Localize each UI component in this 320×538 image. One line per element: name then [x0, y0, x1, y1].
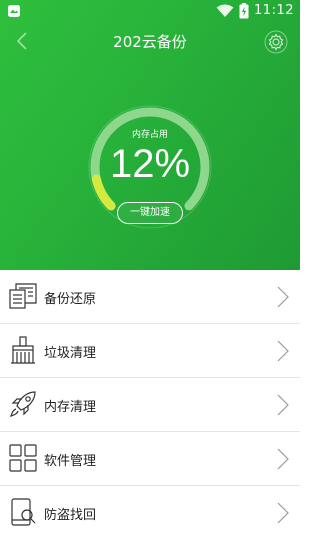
memory-percentage: 12%: [109, 142, 191, 186]
feature-menu: 备份还原 垃圾清理 内存清理 软件管理 防盗找回: [0, 270, 300, 538]
boost-button[interactable]: 一键加速: [117, 202, 183, 224]
document-stack-icon: [9, 283, 37, 309]
menu-item-memory-clean[interactable]: 内存清理: [0, 378, 300, 432]
broom-icon: [11, 336, 35, 364]
menu-item-backup-restore[interactable]: 备份还原: [0, 270, 300, 324]
menu-item-label: 软件管理: [44, 454, 97, 469]
wifi-icon: [216, 4, 234, 17]
menu-item-anti-theft[interactable]: 防盗找回: [0, 486, 300, 538]
settings-button[interactable]: [262, 28, 290, 56]
page-title: 202云备份: [113, 33, 187, 51]
header-banner: 202云备份 内存占用 12% 一键加速: [0, 0, 300, 270]
battery-charging-icon: [239, 2, 249, 18]
rocket-icon: [10, 391, 36, 417]
menu-item-junk-clean[interactable]: 垃圾清理: [0, 324, 300, 378]
app-grid-icon: [9, 444, 37, 472]
menu-item-label: 备份还原: [44, 292, 97, 307]
chevron-right-icon: [277, 394, 289, 416]
menu-item-label: 内存清理: [44, 400, 97, 415]
menu-item-label: 防盗找回: [44, 508, 97, 523]
memory-gauge: 内存占用 12% 一键加速: [85, 102, 215, 232]
notification-icon: [8, 4, 20, 17]
chevron-right-icon: [277, 340, 289, 362]
gauge-label: 内存占用: [131, 130, 168, 140]
chevron-right-icon: [277, 286, 289, 308]
phone-search-icon: [11, 498, 36, 526]
gear-icon: [264, 30, 288, 54]
status-bar: 11:12: [0, 0, 300, 21]
menu-item-app-manager[interactable]: 软件管理: [0, 432, 300, 486]
status-time: 11:12: [254, 3, 294, 18]
nav-bar: 202云备份: [0, 24, 300, 58]
chevron-right-icon: [277, 448, 289, 470]
menu-item-label: 垃圾清理: [44, 346, 97, 361]
chevron-right-icon: [277, 502, 289, 524]
